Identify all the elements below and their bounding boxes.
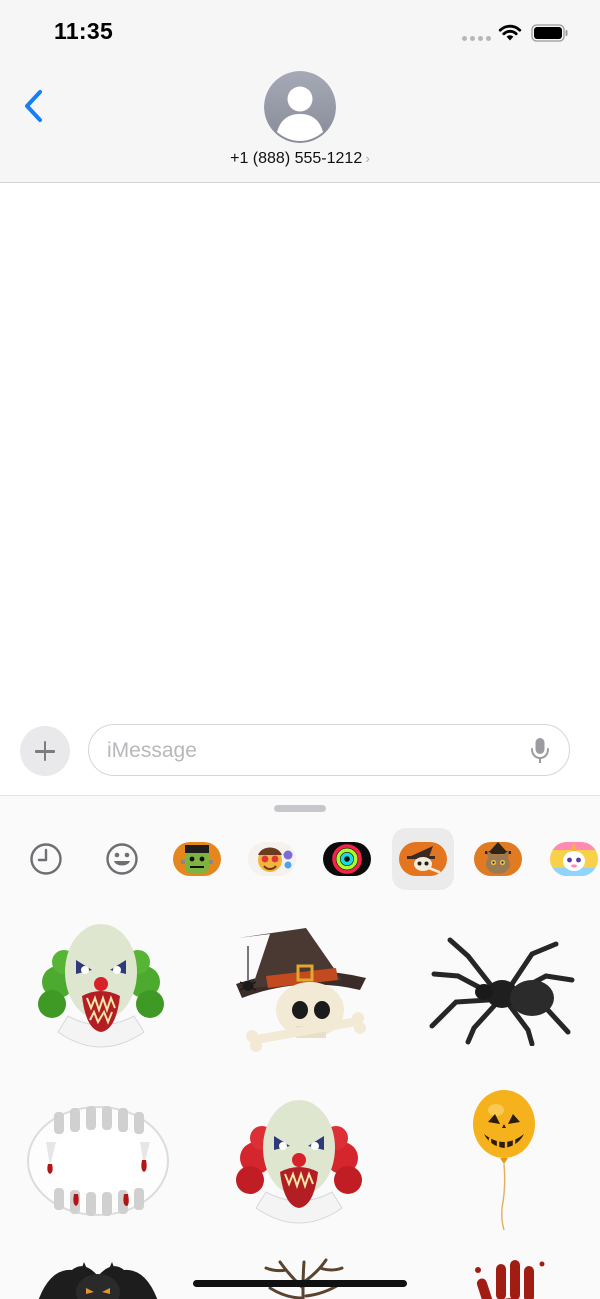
dead-branch-sticker[interactable] (256, 1258, 352, 1299)
contact-name-button[interactable]: +1 (888) 555-1212 › (0, 150, 600, 168)
app-recents[interactable] (15, 828, 77, 890)
app-cat-stickers[interactable] (467, 828, 529, 890)
message-field[interactable] (88, 724, 570, 776)
signal-dots-icon (462, 36, 491, 41)
witch-hat-skull-sticker[interactable] (226, 926, 374, 1052)
app-drawer (0, 795, 600, 1299)
microphone-icon[interactable] (530, 737, 550, 765)
bloody-handprint-sticker[interactable] (468, 1256, 552, 1299)
conversation-header: +1 (888) 555-1212 › (0, 64, 600, 183)
imessage-input[interactable] (107, 737, 507, 765)
app-emoji-stickers[interactable] (241, 828, 303, 890)
vampire-fangs-sticker[interactable] (24, 1102, 172, 1220)
frankenstein-icon (173, 842, 221, 876)
app-memoji[interactable] (91, 828, 153, 890)
chevron-right-icon: › (365, 150, 370, 166)
chevron-left-icon[interactable] (22, 88, 46, 124)
app-strip (0, 826, 600, 892)
green-hair-clown-sticker[interactable] (38, 912, 164, 1056)
smiley-icon (106, 843, 138, 875)
app-unicorn-stickers[interactable] (543, 828, 600, 890)
battery-icon (531, 24, 568, 42)
app-halloween-stickers[interactable] (392, 828, 454, 890)
apps-plus-button[interactable] (20, 726, 70, 776)
wifi-icon (498, 24, 522, 41)
bat-sticker[interactable] (32, 1258, 164, 1299)
sticker-grid (0, 896, 600, 1299)
drawer-grabber[interactable] (274, 805, 326, 812)
emoji-face-icon (248, 842, 296, 876)
app-frankenstein-stickers[interactable] (166, 828, 228, 890)
activity-rings-icon (323, 842, 371, 876)
status-time: 11:35 (54, 18, 114, 44)
witch-cat-icon (474, 842, 522, 876)
person-placeholder-icon[interactable] (264, 71, 336, 143)
status-bar: 11:35 (0, 0, 600, 64)
witch-hat-skull-icon (399, 842, 447, 876)
red-hair-clown-sticker[interactable] (236, 1088, 362, 1232)
clock-icon (30, 843, 62, 875)
pumpkin-balloon-sticker[interactable] (468, 1088, 540, 1230)
unicorn-icon (550, 842, 598, 876)
home-indicator[interactable] (193, 1280, 407, 1287)
app-activity[interactable] (316, 828, 378, 890)
tarantula-sticker[interactable] (428, 936, 576, 1046)
contact-name: +1 (888) 555-1212 (230, 150, 363, 167)
